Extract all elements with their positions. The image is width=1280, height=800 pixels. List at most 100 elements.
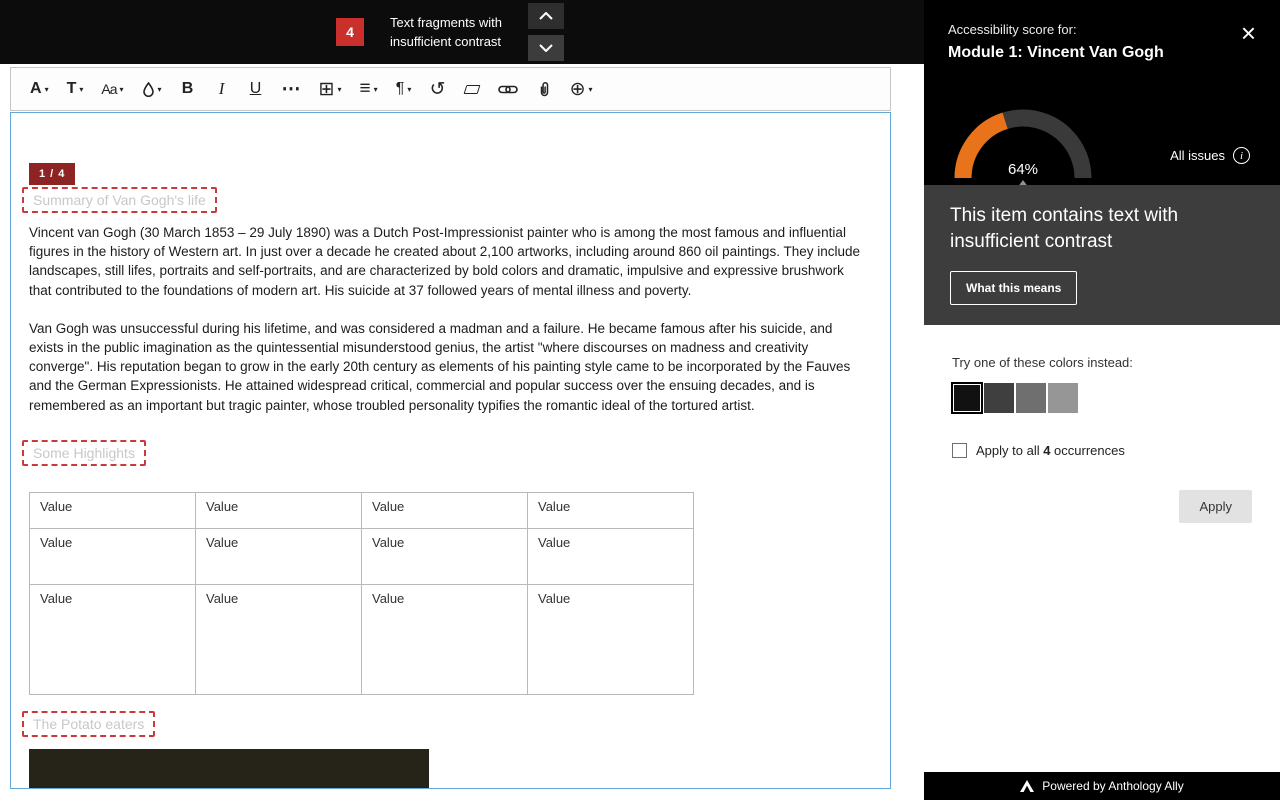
color-swatch-1[interactable] xyxy=(952,383,982,413)
apply-all-suffix: occurrences xyxy=(1050,443,1124,458)
table-cell[interactable]: Value xyxy=(362,493,528,529)
apply-all-label: Apply to all 4 occurrences xyxy=(976,443,1125,458)
more-formatting-button[interactable]: ⋯ xyxy=(275,73,308,105)
align-button[interactable]: ≡ ▾ xyxy=(352,73,384,105)
issue-summary-text: Text fragments with insufficient contras… xyxy=(390,13,502,51)
issue-nav-buttons xyxy=(528,3,564,61)
clear-formatting-button[interactable] xyxy=(457,73,487,105)
editor-toolbar: A ▾ T ▾ Aa ▾ ▾ B I U ⋯ ⊞ ▾ ≡ ▾ ¶ ▾ ↺ xyxy=(10,67,891,111)
attach-file-button[interactable] xyxy=(529,73,559,105)
eraser-icon xyxy=(463,85,480,94)
table-cell[interactable]: Value xyxy=(30,585,196,695)
footer-text: Powered by Anthology Ally xyxy=(1042,779,1183,793)
previous-issue-button[interactable] xyxy=(528,3,564,29)
table-cell[interactable]: Value xyxy=(30,493,196,529)
chevron-up-icon xyxy=(539,12,553,20)
color-swatch-4[interactable] xyxy=(1048,383,1078,413)
italic-icon: I xyxy=(219,79,225,99)
body-text: Vincent van Gogh (30 March 1853 – 29 Jul… xyxy=(29,223,861,434)
table-cell[interactable]: Value xyxy=(196,529,362,585)
paperclip-icon xyxy=(538,81,550,97)
issue-description: This item contains text with insufficien… xyxy=(950,203,1230,255)
chevron-down-icon: ▾ xyxy=(79,85,83,94)
table-row: Value Value Value Value xyxy=(30,585,694,695)
issue-summary-line2: insufficient contrast xyxy=(390,32,502,51)
table-cell[interactable]: Value xyxy=(196,493,362,529)
issue-navigator: 4 Text fragments with insufficient contr… xyxy=(336,0,564,64)
score-value: 64% xyxy=(948,161,1098,178)
flagged-heading-highlights[interactable]: Some Highlights xyxy=(22,440,146,466)
table-cell[interactable]: Value xyxy=(30,529,196,585)
chevron-down-icon: ▾ xyxy=(45,85,49,94)
table-cell[interactable]: Value xyxy=(362,585,528,695)
link-icon xyxy=(498,84,518,95)
text-color-icon: A xyxy=(30,80,42,98)
accessibility-score-gauge: 64% xyxy=(948,94,1098,184)
font-size-icon: Aa xyxy=(101,81,116,97)
close-panel-button[interactable]: × xyxy=(1237,20,1260,46)
chevron-down-icon: ▾ xyxy=(158,85,162,94)
what-this-means-button[interactable]: What this means xyxy=(950,271,1077,305)
issue-count-badge: 4 xyxy=(336,18,364,46)
table-cell[interactable]: Value xyxy=(196,585,362,695)
italic-button[interactable]: I xyxy=(207,73,237,105)
table-row: Value Value Value Value xyxy=(30,493,694,529)
font-size-button[interactable]: Aa ▾ xyxy=(94,73,130,105)
ellipsis-icon: ⋯ xyxy=(282,78,301,101)
bold-button[interactable]: B xyxy=(173,73,203,105)
paragraph-icon: ¶ xyxy=(396,80,405,98)
editor-content-area[interactable]: 1 / 4 Summary of Van Gogh's life Vincent… xyxy=(10,112,891,789)
chevron-down-icon: ▾ xyxy=(407,85,411,94)
flagged-heading-potato-eaters[interactable]: The Potato eaters xyxy=(22,711,155,737)
color-swatch-3[interactable] xyxy=(1016,383,1046,413)
highlight-color-button[interactable]: ▾ xyxy=(135,73,169,105)
underline-button[interactable]: U xyxy=(241,73,271,105)
underline-icon: U xyxy=(250,80,262,98)
paragraph-format-button[interactable]: ¶ ▾ xyxy=(389,73,419,105)
panel-footer: Powered by Anthology Ally xyxy=(924,772,1280,800)
ink-droplet-icon xyxy=(142,82,155,97)
apply-button[interactable]: Apply xyxy=(1179,490,1252,523)
apply-all-checkbox[interactable] xyxy=(952,443,967,458)
text-color-button[interactable]: A ▾ xyxy=(23,73,56,105)
apply-all-prefix: Apply to all xyxy=(976,443,1043,458)
panel-score-section: Accessibility score for: Module 1: Vince… xyxy=(924,0,1280,185)
panel-fix-section: Try one of these colors instead: Apply t… xyxy=(924,325,1280,772)
paragraph-1: Vincent van Gogh (30 March 1853 – 29 Jul… xyxy=(29,223,861,300)
align-icon: ≡ xyxy=(359,78,370,100)
chevron-down-icon xyxy=(539,44,553,52)
undo-button[interactable]: ↺ xyxy=(423,73,453,105)
flagged-heading-summary[interactable]: Summary of Van Gogh's life xyxy=(22,187,217,213)
info-icon: i xyxy=(1233,147,1250,164)
accessibility-panel: Accessibility score for: Module 1: Vince… xyxy=(924,0,1280,800)
issue-position-badge: 1 / 4 xyxy=(29,163,75,185)
panel-issue-section: This item contains text with insufficien… xyxy=(924,185,1280,325)
panel-title: Module 1: Vincent Van Gogh xyxy=(948,44,1256,62)
panel-header-label: Accessibility score for: xyxy=(948,22,1256,37)
apply-all-row: Apply to all 4 occurrences xyxy=(952,443,1252,458)
insert-table-button[interactable]: ⊞ ▾ xyxy=(312,73,349,105)
color-suggestion-prompt: Try one of these colors instead: xyxy=(952,355,1252,370)
table-cell[interactable]: Value xyxy=(528,493,694,529)
table-cell[interactable]: Value xyxy=(362,529,528,585)
color-swatch-2[interactable] xyxy=(984,383,1014,413)
apply-row: Apply xyxy=(952,490,1252,523)
insert-content-button[interactable]: ⊕ ▾ xyxy=(563,73,600,105)
text-style-icon: T xyxy=(67,80,77,98)
plus-circle-icon: ⊕ xyxy=(570,78,586,101)
all-issues-button[interactable]: All issues i xyxy=(1164,146,1256,165)
chevron-down-icon: ▾ xyxy=(589,85,593,94)
text-style-button[interactable]: T ▾ xyxy=(60,73,91,105)
insert-link-button[interactable] xyxy=(491,73,525,105)
potato-eaters-image[interactable] xyxy=(29,749,429,789)
issue-summary-line1: Text fragments with xyxy=(390,13,502,32)
chevron-down-icon: ▾ xyxy=(120,85,124,94)
table-cell[interactable]: Value xyxy=(528,585,694,695)
undo-icon: ↺ xyxy=(430,78,446,101)
table-cell[interactable]: Value xyxy=(528,529,694,585)
bold-icon: B xyxy=(182,80,194,98)
next-issue-button[interactable] xyxy=(528,35,564,61)
chevron-down-icon: ▾ xyxy=(374,85,378,94)
close-icon: × xyxy=(1241,18,1256,48)
table-row: Value Value Value Value xyxy=(30,529,694,585)
